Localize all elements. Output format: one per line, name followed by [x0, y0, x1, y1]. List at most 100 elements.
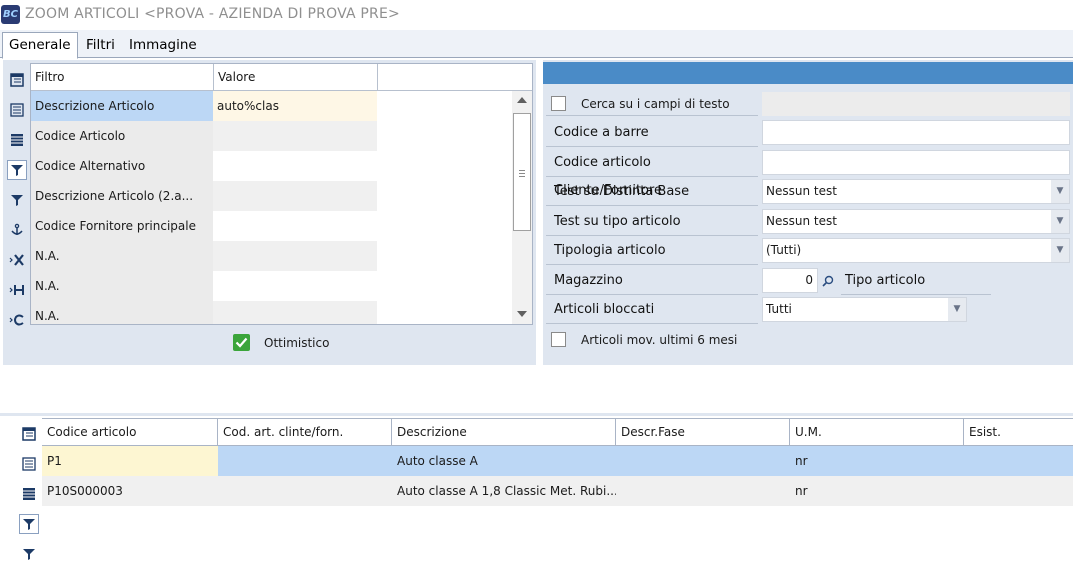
chevron-down-icon[interactable]: ▼ [1051, 180, 1069, 203]
cell-codice[interactable]: P1 [42, 446, 218, 476]
col-header-descrizione[interactable]: Descrizione [392, 419, 616, 445]
filter-name-cell[interactable]: N.A. [31, 301, 213, 324]
cell-cod-forn[interactable] [218, 476, 392, 506]
col-header-descr-fase[interactable]: Descr.Fase [616, 419, 790, 445]
filter-value-cell[interactable] [213, 241, 377, 271]
grid-header-filtro[interactable]: Filtro [31, 64, 214, 91]
results-grid-header: Codice articolo Cod. art. clinte/forn. D… [42, 418, 1073, 446]
codice-barre-input[interactable] [762, 120, 1070, 145]
filter-name-cell[interactable]: N.A. [31, 271, 213, 301]
filter-name-cell[interactable]: Descrizione Articolo (2.a... [31, 181, 213, 211]
chevron-down-icon[interactable]: ▼ [1051, 239, 1069, 262]
cerca-label: Cerca su i campi di testo [581, 97, 730, 111]
filter-row[interactable]: Codice Articolo [31, 121, 511, 151]
table-row[interactable]: P1 Auto classe A nr [42, 446, 1073, 476]
grid-icon[interactable] [7, 130, 27, 150]
scroll-down-icon[interactable] [517, 311, 527, 317]
cell-um[interactable]: nr [790, 446, 964, 476]
filter-row[interactable]: Descrizione Articolo (2.a... [31, 181, 511, 211]
filter-row[interactable]: Descrizione Articolo auto%clas [31, 91, 511, 121]
filter-name-cell[interactable]: Codice Fornitore principale [31, 211, 213, 241]
col-header-codice-articolo[interactable]: Codice articolo [42, 419, 218, 445]
grid-header-empty [378, 64, 532, 91]
filter-name-cell[interactable]: Codice Alternativo [31, 151, 213, 181]
filter-clear-icon[interactable] [19, 544, 39, 564]
column-c-icon[interactable] [7, 310, 27, 330]
filter-value-cell[interactable]: auto%clas [213, 91, 377, 121]
filter-side-toolbar [7, 70, 27, 330]
search-icon[interactable] [818, 268, 837, 293]
filter-row[interactable]: Codice Alternativo [31, 151, 511, 181]
col-header-um[interactable]: U.M. [790, 419, 964, 445]
title-bar: BC ZOOM ARTICOLI <PROVA - AZIENDA DI PRO… [0, 0, 1073, 30]
ottimistico-label: Ottimistico [264, 336, 330, 350]
grid-header-valore[interactable]: Valore [214, 64, 378, 91]
articoli-movimentati-checkbox[interactable] [551, 332, 566, 347]
cell-fase[interactable] [616, 446, 790, 476]
list-icon[interactable] [7, 100, 27, 120]
filter-value-cell[interactable] [213, 211, 377, 241]
splitter[interactable] [0, 413, 1073, 416]
cerca-checkbox[interactable] [551, 96, 566, 111]
filter-value-cell[interactable] [213, 121, 377, 151]
test-tipo-articolo-select[interactable]: Nessun test ▼ [762, 209, 1070, 234]
tipologia-articolo-select[interactable]: (Tutti) ▼ [762, 238, 1070, 263]
articoli-bloccati-select[interactable]: Tutti ▼ [762, 297, 967, 322]
filter-row[interactable]: Codice Fornitore principale [31, 211, 511, 241]
codice-cliente-fornitore-input[interactable] [762, 150, 1070, 175]
cell-descrizione[interactable]: Auto classe A 1,8 Classic Met. Rubi... [392, 476, 616, 506]
cell-esist[interactable] [964, 476, 1073, 506]
cell-um[interactable]: nr [790, 476, 964, 506]
columns-config-icon[interactable] [7, 70, 27, 90]
table-row[interactable]: P10S000003 Auto classe A 1,8 Classic Met… [42, 476, 1073, 506]
filter-row[interactable]: N.A. [31, 301, 511, 324]
cell-codice[interactable]: P10S000003 [42, 476, 218, 506]
remove-column-icon[interactable] [7, 250, 27, 270]
chevron-down-icon[interactable]: ▼ [1051, 210, 1069, 233]
filter-row[interactable]: N.A. [31, 271, 511, 301]
grid-icon[interactable] [19, 484, 39, 504]
scroll-thumb[interactable] [513, 113, 531, 231]
tipologia-articolo-label: Tipologia articolo [546, 237, 758, 265]
filter-value-cell[interactable] [213, 271, 377, 301]
tab-generale[interactable]: Generale [2, 32, 78, 59]
articoli-movimentati-label: Articoli mov. ultimi 6 mesi [581, 333, 738, 347]
checkmark-icon [235, 337, 248, 348]
divider [546, 115, 758, 116]
app-logo-icon: BC [1, 5, 20, 24]
hide-column-icon[interactable] [7, 280, 27, 300]
test-tipo-articolo-value: Nessun test [766, 214, 837, 228]
filter-value-cell[interactable] [213, 151, 377, 181]
filter-name-cell[interactable]: Descrizione Articolo [31, 91, 213, 121]
chevron-down-icon[interactable]: ▼ [948, 298, 966, 321]
filter-row[interactable]: N.A. [31, 241, 511, 271]
test-tipo-articolo-label: Test su tipo articolo [546, 208, 758, 236]
tab-filtri[interactable]: Filtri [80, 33, 121, 57]
filter-icon[interactable] [7, 160, 27, 180]
cell-fase[interactable] [616, 476, 790, 506]
filter-name-cell[interactable]: Codice Articolo [31, 121, 213, 151]
list-icon[interactable] [19, 454, 39, 474]
ottimistico-checkbox[interactable] [233, 334, 250, 351]
filter-grid-scrollbar[interactable] [512, 91, 532, 324]
test-distinta-base-label: Test su Distinta Base [546, 178, 758, 206]
anchor-icon[interactable] [7, 220, 27, 240]
col-header-cod-forn[interactable]: Cod. art. clinte/forn. [218, 419, 392, 445]
filter-icon[interactable] [19, 514, 39, 534]
columns-config-icon[interactable] [19, 424, 39, 444]
magazzino-input[interactable]: 0 [762, 268, 818, 293]
filter-name-cell[interactable]: N.A. [31, 241, 213, 271]
cell-cod-forn[interactable] [218, 446, 392, 476]
cerca-value-box [762, 92, 1070, 116]
filter-value-cell[interactable] [213, 181, 377, 211]
tab-immagine[interactable]: Immagine [123, 33, 203, 57]
test-distinta-base-select[interactable]: Nessun test ▼ [762, 179, 1070, 204]
results-side-toolbar [19, 424, 39, 564]
tipo-articolo-label: Tipo articolo [841, 267, 991, 295]
scroll-up-icon[interactable] [517, 97, 527, 103]
col-header-esist[interactable]: Esist. [964, 419, 1073, 445]
cell-descrizione[interactable]: Auto classe A [392, 446, 616, 476]
cell-esist[interactable] [964, 446, 1073, 476]
filter-value-cell[interactable] [213, 301, 377, 324]
filter-clear-icon[interactable] [7, 190, 27, 210]
